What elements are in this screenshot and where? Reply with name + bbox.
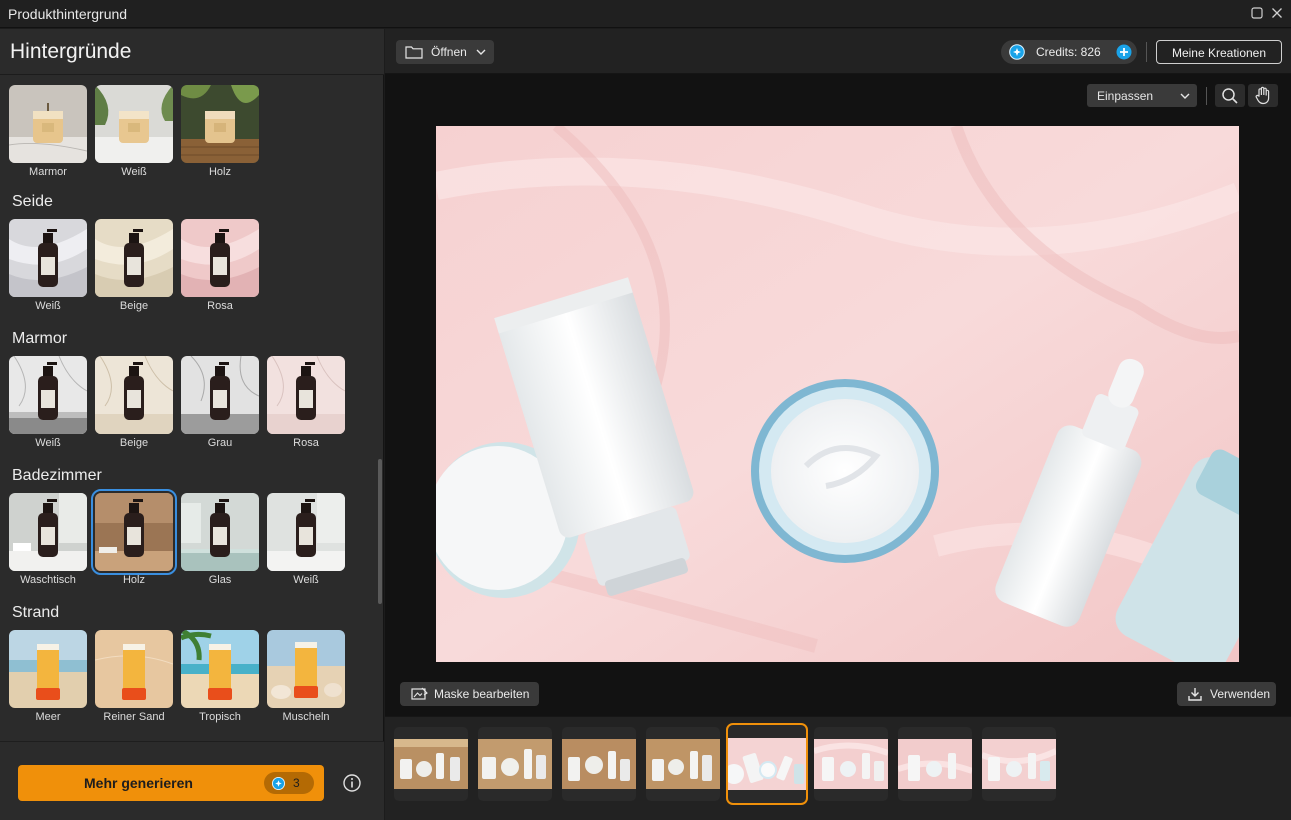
- thumb-label: Muscheln: [282, 711, 330, 723]
- thumb-label: Tropisch: [199, 711, 241, 723]
- credits-display: Credits: 826: [1001, 40, 1137, 64]
- result-thumb-1[interactable]: [394, 727, 468, 801]
- folder-icon: [405, 46, 423, 59]
- thumb-label: Marmor: [29, 166, 67, 178]
- maximize-icon[interactable]: [1249, 5, 1265, 21]
- zoom-button[interactable]: [1215, 84, 1245, 107]
- top-toolbar: Öffnen Credits: 826 Meine Kreationen: [385, 29, 1291, 74]
- bg-thumb-silk-white[interactable]: [9, 219, 87, 297]
- category-title-beach: Strand: [12, 604, 60, 621]
- bg-thumb-candle-wood[interactable]: [181, 85, 259, 163]
- thumb-label: Meer: [35, 711, 61, 723]
- thumb-label: Beige: [119, 300, 149, 312]
- results-filmstrip: [385, 716, 1291, 820]
- category-title-marble: Marmor: [12, 330, 68, 347]
- use-button[interactable]: Verwenden: [1177, 682, 1276, 706]
- bg-thumb-bath-vanity[interactable]: [9, 493, 87, 571]
- thumb-label: Weiß: [293, 574, 319, 586]
- bg-thumb-candle-marble[interactable]: [9, 85, 87, 163]
- canvas-preview-image[interactable]: [436, 126, 1239, 662]
- bg-thumb-marble-grey[interactable]: [181, 356, 259, 434]
- thumb-label: Rosa: [293, 437, 319, 449]
- thumb-label: Beige: [119, 437, 149, 449]
- background-list[interactable]: Marmor Weiß Holz Seide Weiß Beige Rosa M…: [0, 75, 384, 767]
- generate-more-button[interactable]: Mehr generieren 3: [18, 765, 324, 801]
- fit-label: Einpassen: [1097, 89, 1154, 103]
- info-icon[interactable]: [342, 773, 362, 793]
- category-title-bathroom: Badezimmer: [12, 467, 102, 484]
- open-button[interactable]: Öffnen: [396, 40, 494, 64]
- bg-thumb-candle-white[interactable]: [95, 85, 173, 163]
- panel-header: Hintergründe: [0, 29, 384, 74]
- thumb-label: Weiß: [121, 166, 147, 178]
- title-bar: Produkthintergrund: [0, 0, 1291, 28]
- thumb-label: Holz: [122, 574, 145, 586]
- backgrounds-panel: Hintergründe Marmor Weiß Holz Seide Weiß…: [0, 29, 384, 820]
- thumb-label: Grau: [207, 437, 233, 449]
- fit-select[interactable]: Einpassen: [1087, 84, 1197, 107]
- bg-thumb-silk-rose[interactable]: [181, 219, 259, 297]
- result-thumb-4[interactable]: [646, 727, 720, 801]
- thumb-label: Rosa: [207, 300, 233, 312]
- thumb-label: Weiß: [35, 300, 61, 312]
- bg-thumb-beach-tropical[interactable]: [181, 630, 259, 708]
- edit-mask-button[interactable]: Maske bearbeiten: [400, 682, 539, 706]
- cost-badge: 3: [264, 772, 314, 794]
- my-creations-button[interactable]: Meine Kreationen: [1156, 40, 1282, 64]
- use-label: Verwenden: [1210, 687, 1271, 701]
- thumb-label: Weiß: [35, 437, 61, 449]
- bg-thumb-beach-sea[interactable]: [9, 630, 87, 708]
- editor-area: Öffnen Credits: 826 Meine Kreationen Ein…: [385, 29, 1291, 820]
- result-thumb-8[interactable]: [982, 727, 1056, 801]
- bg-thumb-bath-white[interactable]: [267, 493, 345, 571]
- thumb-label: Reiner Sand: [103, 711, 165, 723]
- thumb-label: Holz: [208, 166, 231, 178]
- plus-icon[interactable]: [1116, 44, 1132, 60]
- credits-label: Credits: 826: [1036, 45, 1101, 59]
- bg-thumb-marble-beige[interactable]: [95, 356, 173, 434]
- generate-area: Mehr generieren 3: [0, 741, 384, 820]
- thumb-label: Glas: [208, 574, 232, 586]
- mask-edit-icon: [411, 687, 428, 700]
- search-icon: [1222, 88, 1238, 104]
- generate-label: Mehr generieren: [84, 775, 193, 791]
- sidebar-scrollbar[interactable]: [378, 459, 382, 604]
- cost-count: 3: [293, 776, 300, 790]
- chevron-down-icon: [1180, 93, 1190, 99]
- bg-thumb-marble-rose[interactable]: [267, 356, 345, 434]
- bg-thumb-beach-shells[interactable]: [267, 630, 345, 708]
- bg-thumb-marble-white[interactable]: [9, 356, 87, 434]
- result-thumb-3[interactable]: [562, 727, 636, 801]
- pan-button[interactable]: [1248, 84, 1278, 107]
- result-thumb-5[interactable]: [726, 723, 808, 805]
- result-thumb-2[interactable]: [478, 727, 552, 801]
- thumb-label: Waschtisch: [20, 574, 76, 586]
- result-thumb-7[interactable]: [898, 727, 972, 801]
- download-icon: [1188, 688, 1202, 701]
- open-label: Öffnen: [431, 45, 467, 59]
- credit-coin-icon: [272, 776, 285, 790]
- category-title-silk: Seide: [12, 193, 53, 210]
- my-creations-label: Meine Kreationen: [1171, 46, 1267, 60]
- hand-icon: [1255, 86, 1270, 105]
- credit-coin-icon: [1009, 44, 1025, 60]
- chevron-down-icon: [476, 49, 486, 55]
- edit-mask-label: Maske bearbeiten: [434, 687, 530, 701]
- window-title: Produkthintergrund: [8, 6, 128, 22]
- bg-thumb-bath-glass[interactable]: [181, 493, 259, 571]
- panel-title: Hintergründe: [10, 40, 132, 63]
- bg-thumb-beach-pure-sand[interactable]: [95, 630, 173, 708]
- close-icon[interactable]: [1269, 5, 1285, 21]
- result-thumb-6[interactable]: [814, 727, 888, 801]
- bg-thumb-bath-wood[interactable]: [91, 489, 177, 575]
- bg-thumb-silk-beige[interactable]: [95, 219, 173, 297]
